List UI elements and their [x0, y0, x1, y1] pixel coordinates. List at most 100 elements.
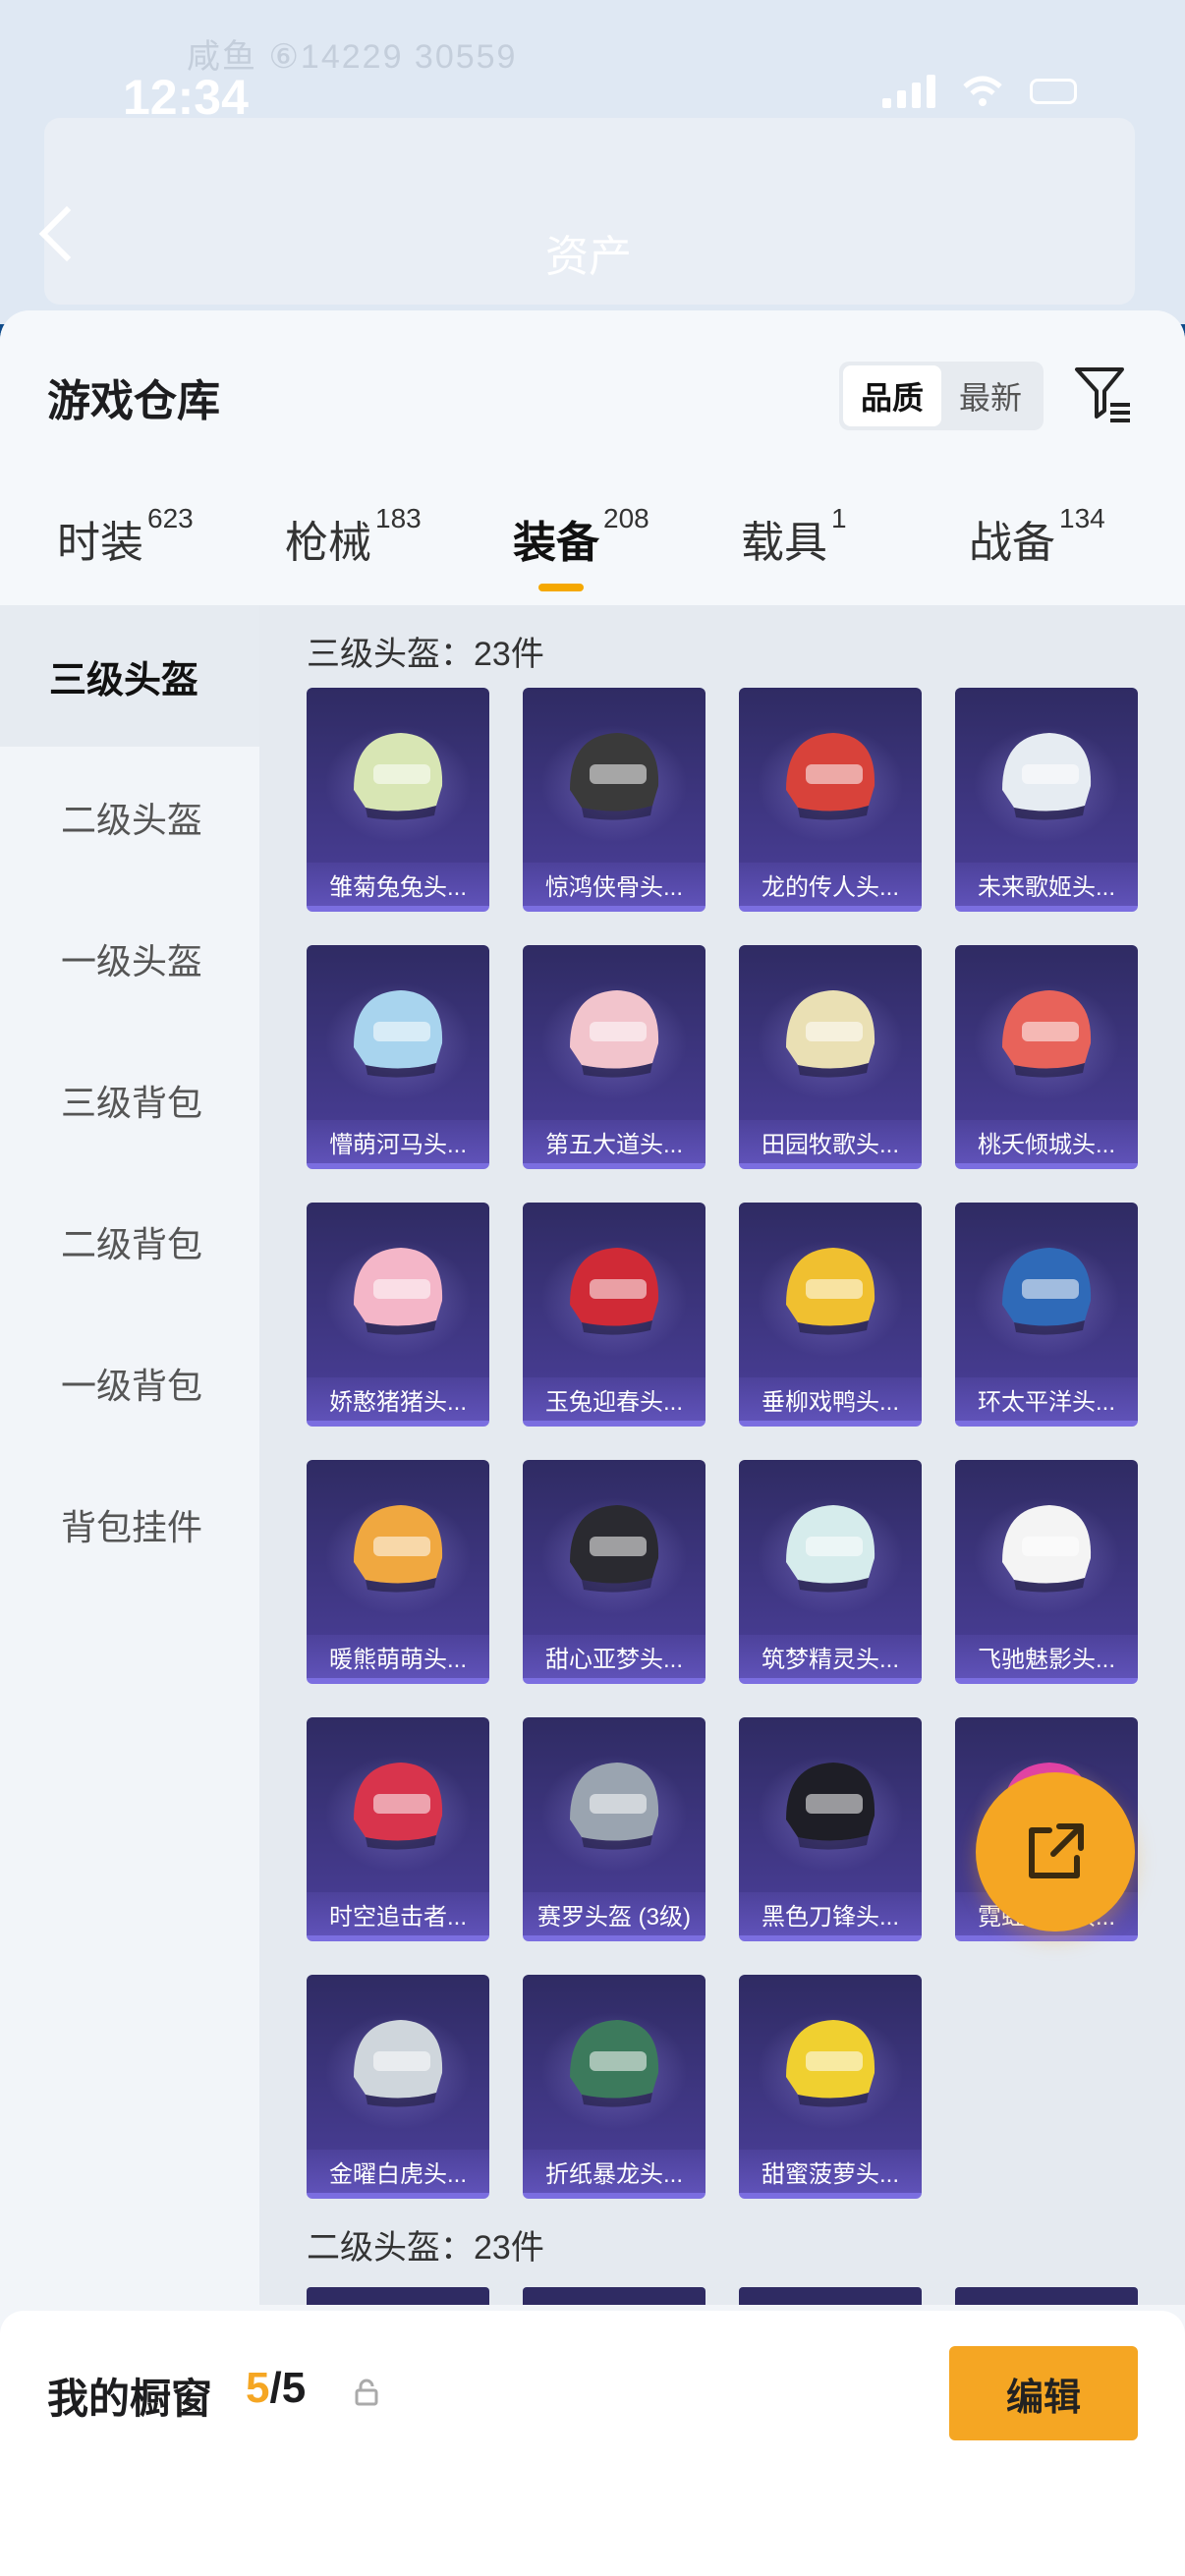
- item-name: 暖熊萌萌头...: [307, 1635, 489, 1678]
- item-card[interactable]: 时空追击者...: [307, 1717, 489, 1941]
- item-card[interactable]: 折纸暴龙头...: [523, 1975, 705, 2199]
- item-card[interactable]: 黑色刀锋头...: [739, 1717, 922, 1941]
- helmet-icon: [354, 1505, 443, 1593]
- item-grid: 三级头盔：23件 二级头盔：23件 雏菊兔兔头... 惊鸿侠骨头... 龙的传人头.…: [259, 605, 1185, 2305]
- item-name: 未来歌姬头...: [955, 863, 1138, 906]
- item-card[interactable]: [523, 2287, 705, 2305]
- item-name: 飞驰魅影头...: [955, 1635, 1138, 1678]
- helmet-icon: [570, 733, 659, 820]
- tab-label: 时装: [57, 519, 143, 567]
- item-card[interactable]: 垂柳戏鸭头...: [739, 1203, 922, 1427]
- tab-label: 战备: [969, 519, 1055, 567]
- item-card[interactable]: 懵萌河马头...: [307, 945, 489, 1169]
- item-card[interactable]: 甜蜜菠萝头...: [739, 1975, 922, 2199]
- helmet-icon: [1002, 1505, 1092, 1593]
- sort-newest[interactable]: 最新: [941, 365, 1040, 426]
- item-card[interactable]: 甜心亚梦头...: [523, 1460, 705, 1684]
- item-card[interactable]: 飞驰魅影头...: [955, 1460, 1138, 1684]
- showcase-count: 5/5: [246, 2364, 306, 2413]
- helmet-icon: [786, 1763, 875, 1850]
- item-card[interactable]: 雏菊兔兔头...: [307, 688, 489, 912]
- tab-count: 623: [147, 503, 194, 533]
- sidebar-item-backpack-charm[interactable]: 背包挂件: [0, 1454, 259, 1596]
- sidebar-item-level3-helmet[interactable]: 三级头盔: [0, 605, 259, 747]
- item-card[interactable]: 龙的传人头...: [739, 688, 922, 912]
- item-card[interactable]: 未来歌姬头...: [955, 688, 1138, 912]
- status-time: 12:34: [123, 70, 249, 125]
- item-name: 桃夭倾城头...: [955, 1120, 1138, 1163]
- section-title: 三级头盔：23件: [307, 636, 544, 673]
- showcase-bar: 我的橱窗 5/5 编辑: [0, 2311, 1185, 2576]
- sidebar-item-level1-helmet[interactable]: 一级头盔: [0, 888, 259, 1030]
- sort-toggle: 品质 最新: [839, 362, 1044, 430]
- helmet-icon: [570, 2020, 659, 2107]
- item-card[interactable]: [955, 2287, 1138, 2305]
- wifi-icon: [963, 76, 1002, 106]
- helmet-icon: [354, 1248, 443, 1335]
- battery-icon: [1030, 79, 1077, 104]
- sidebar-item-level1-backpack[interactable]: 一级背包: [0, 1313, 259, 1454]
- item-card[interactable]: 玉兔迎春头...: [523, 1203, 705, 1427]
- item-name: 甜蜜菠萝头...: [739, 2150, 922, 2193]
- lock-icon: [355, 2379, 378, 2406]
- tab-combat-gear[interactable]: 战备 134: [969, 503, 1105, 570]
- tab-label: 装备: [513, 519, 599, 567]
- item-name: 黑色刀锋头...: [739, 1892, 922, 1935]
- helmet-icon: [570, 1763, 659, 1850]
- tab-vehicles[interactable]: 载具 1: [741, 503, 847, 570]
- item-name: 甜心亚梦头...: [523, 1635, 705, 1678]
- item-card[interactable]: 第五大道头...: [523, 945, 705, 1169]
- sort-quality[interactable]: 品质: [843, 365, 941, 426]
- edit-button[interactable]: 编辑: [949, 2346, 1138, 2440]
- item-name: 时空追击者...: [307, 1892, 489, 1935]
- sidebar-item-level2-helmet[interactable]: 二级头盔: [0, 747, 259, 888]
- tab-count: 183: [375, 503, 422, 533]
- tab-count: 134: [1059, 503, 1105, 533]
- helmet-icon: [570, 990, 659, 1078]
- helmet-icon: [786, 2020, 875, 2107]
- active-tab-indicator: [538, 584, 584, 591]
- sidebar-item-level3-backpack[interactable]: 三级背包: [0, 1030, 259, 1171]
- filter-icon[interactable]: [1071, 362, 1134, 424]
- category-tabs: 时装 623 枪械 183 装备 208 载具 1 战备 134: [0, 503, 1185, 595]
- tab-equipment[interactable]: 装备 208: [513, 503, 649, 570]
- helmet-icon: [1002, 1248, 1092, 1335]
- showcase-current: 5: [246, 2364, 270, 2412]
- tab-fashion[interactable]: 时装 623: [57, 503, 194, 570]
- sidebar-item-level2-backpack[interactable]: 二级背包: [0, 1171, 259, 1313]
- showcase-label: 我的橱窗: [47, 2376, 213, 2422]
- item-card[interactable]: 暖熊萌萌头...: [307, 1460, 489, 1684]
- item-name: 折纸暴龙头...: [523, 2150, 705, 2193]
- tab-count: 208: [603, 503, 649, 533]
- page-title: 游戏仓库: [47, 377, 220, 425]
- helmet-icon: [354, 733, 443, 820]
- item-card[interactable]: 环太平洋头...: [955, 1203, 1138, 1427]
- showcase-total: /5: [269, 2364, 307, 2412]
- item-name: 赛罗头盔 (3级): [523, 1892, 705, 1935]
- item-name: 环太平洋头...: [955, 1377, 1138, 1421]
- item-card[interactable]: 赛罗头盔 (3级): [523, 1717, 705, 1941]
- item-card[interactable]: [307, 2287, 489, 2305]
- item-card[interactable]: 金曜白虎头...: [307, 1975, 489, 2199]
- share-button[interactable]: [976, 1772, 1135, 1932]
- sheet-header: 游戏仓库 品质 最新 时装 623 枪械 183 装备 208 载具 1 战备 134: [0, 310, 1185, 605]
- item-name: 懵萌河马头...: [307, 1120, 489, 1163]
- item-name: 娇憨猪猪头...: [307, 1377, 489, 1421]
- tab-guns[interactable]: 枪械 183: [285, 503, 422, 570]
- item-card[interactable]: 桃夭倾城头...: [955, 945, 1138, 1169]
- helmet-icon: [354, 1763, 443, 1850]
- item-name: 雏菊兔兔头...: [307, 863, 489, 906]
- helmet-icon: [786, 733, 875, 820]
- item-card[interactable]: 惊鸿侠骨头...: [523, 688, 705, 912]
- item-card[interactable]: 筑梦精灵头...: [739, 1460, 922, 1684]
- item-card[interactable]: [739, 2287, 922, 2305]
- item-card[interactable]: 田园牧歌头...: [739, 945, 922, 1169]
- item-name: 第五大道头...: [523, 1120, 705, 1163]
- helmet-icon: [570, 1505, 659, 1593]
- section-title: 二级头盔：23件: [307, 2229, 544, 2267]
- item-card[interactable]: 娇憨猪猪头...: [307, 1203, 489, 1427]
- helmet-icon: [1002, 990, 1092, 1078]
- tab-label: 载具: [741, 519, 827, 567]
- helmet-icon: [570, 1248, 659, 1335]
- warehouse-sheet: 游戏仓库 品质 最新 时装 623 枪械 183 装备 208 载具 1 战备 134 三…: [0, 310, 1185, 2576]
